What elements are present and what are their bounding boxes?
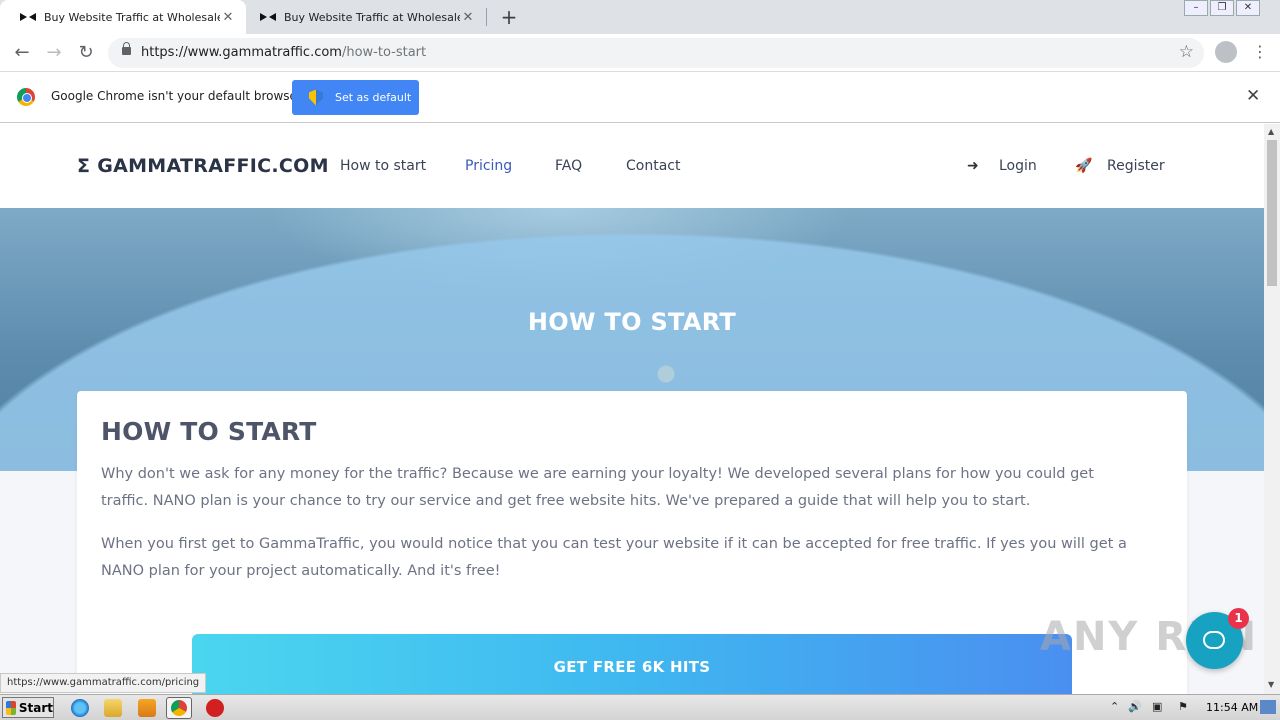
infobar-message: Google Chrome isn't your default browser [51,89,302,103]
site-favicon-icon [260,11,276,23]
hero-title: HOW TO START [527,308,737,336]
chrome-taskbar-button[interactable] [166,697,192,719]
scroll-down-icon[interactable]: ▼ [1268,680,1274,689]
media-player-icon[interactable] [138,699,156,717]
minimize-icon[interactable]: – [1184,0,1208,16]
chrome-icon [171,700,187,716]
login-label: Login [999,158,1037,174]
chat-bubble-icon [1203,631,1225,649]
address-bar[interactable]: https://www.gammatraffic.com/how-to-star… [108,38,1204,68]
uac-shield-icon [309,89,323,106]
reload-icon[interactable]: ↻ [74,41,98,65]
chrome-logo-icon [17,88,35,106]
lock-icon [122,42,131,55]
window-controls: – ❐ ✕ [1182,0,1260,20]
default-browser-infobar: Google Chrome isn't your default browser… [0,72,1280,123]
chat-widget-button[interactable]: 1 [1186,608,1249,669]
restore-icon[interactable]: ❐ [1210,0,1234,16]
file-explorer-icon[interactable] [104,699,122,717]
register-label: Register [1107,158,1165,174]
set-as-default-button[interactable]: Set as default [292,80,419,115]
link-status-bubble: https://www.gammatraffic.com/pricing [0,673,207,693]
menu-kebab-icon[interactable]: ⋮ [1252,42,1268,61]
scrollbar-thumb[interactable] [1267,140,1277,286]
cta-label: GET FREE 6K HITS [553,658,711,676]
content-card: HOW TO START Why don't we ask for any mo… [77,391,1187,694]
site-header: Σ GAMMATRAFFIC.COM How to start Pricing … [0,124,1264,208]
start-label: Start [18,700,53,715]
nav-pricing[interactable]: Pricing [465,158,512,174]
windows-logo-icon [6,700,16,715]
tab-title: Buy Website Traffic at Wholesale Ra [284,10,460,24]
page-viewport: Σ GAMMATRAFFIC.COM How to start Pricing … [0,124,1264,694]
tab-active[interactable]: Buy Website Traffic at Wholesale Ra ✕ [0,0,246,34]
infobar-close-icon[interactable]: ✕ [1246,86,1260,106]
nav-how-to-start[interactable]: How to start [340,158,426,174]
url-path: /how-to-start [341,45,427,60]
volume-icon[interactable]: 🔊 [1128,700,1142,713]
bookmark-star-icon[interactable]: ☆ [1179,42,1194,62]
tray-expand-icon[interactable]: ⌃ [1110,700,1119,713]
nav-faq[interactable]: FAQ [555,158,582,174]
browser-toolbar: ← → ↻ https://www.gammatraffic.com/how-t… [0,34,1280,72]
site-favicon-icon [20,11,36,23]
tab-separator [486,8,487,26]
back-arrow-icon[interactable]: ← [10,41,34,65]
close-window-icon[interactable]: ✕ [1236,0,1260,16]
login-link[interactable]: ➜ Login [967,158,1037,174]
page-scrollbar[interactable]: ▲ ▼ [1264,124,1280,694]
url-text[interactable]: https://www.gammatraffic.com/how-to-star… [141,45,426,60]
get-free-hits-button[interactable]: GET FREE 6K HITS [192,634,1072,694]
windows-taskbar: Start ⌃ 🔊 ▣ ⚑ 11:54 AM [0,694,1280,720]
nav-contact[interactable]: Contact [626,158,680,174]
profile-avatar-icon[interactable] [1215,41,1237,63]
new-tab-button[interactable]: + [498,6,520,28]
tab-title: Buy Website Traffic at Wholesale Ra [44,10,220,24]
nano-paragraph: When you first get to GammaTraffic, you … [101,536,1127,579]
register-link[interactable]: 🚀 Register [1075,158,1165,174]
network-icon[interactable]: ▣ [1152,700,1162,713]
tab-inactive[interactable]: Buy Website Traffic at Wholesale Ra ✕ [240,0,486,34]
sign-in-icon: ➜ [967,158,979,174]
intro-paragraph: Why don't we ask for any money for the t… [101,466,1094,509]
internet-explorer-icon[interactable] [71,699,89,717]
close-tab-icon[interactable]: ✕ [460,10,476,25]
site-logo[interactable]: Σ GAMMATRAFFIC.COM [77,155,329,177]
set-as-default-label: Set as default [335,91,412,104]
scroll-up-icon[interactable]: ▲ [1268,127,1274,136]
tab-strip: Buy Website Traffic at Wholesale Ra ✕ Bu… [0,0,1280,34]
taskbar-clock[interactable]: 11:54 AM [1206,701,1258,714]
close-tab-icon[interactable]: ✕ [220,10,236,25]
action-center-flag-icon[interactable]: ⚑ [1178,700,1188,713]
show-desktop-icon[interactable] [1260,700,1276,714]
start-button[interactable]: Start [2,697,54,718]
url-host: https://www.gammatraffic.com [141,45,342,60]
chat-unread-badge: 1 [1228,608,1249,629]
forward-arrow-icon[interactable]: → [42,41,66,65]
opera-icon[interactable] [206,699,224,717]
rocket-icon: 🚀 [1075,158,1093,174]
card-title: HOW TO START [101,417,317,446]
